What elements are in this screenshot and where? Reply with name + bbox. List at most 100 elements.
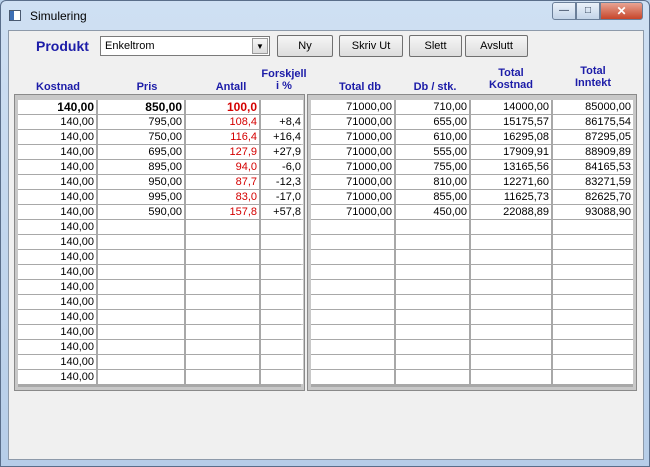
- cell-total-kostnad[interactable]: 16295,08: [471, 130, 551, 144]
- cell-forskjell[interactable]: -12,3: [261, 175, 303, 189]
- cell-total-kostnad[interactable]: 14000,00: [471, 100, 551, 114]
- cell-total-db[interactable]: [311, 235, 394, 249]
- cell-antall[interactable]: [186, 355, 259, 369]
- cell-total-kostnad[interactable]: [471, 295, 551, 309]
- cell-antall[interactable]: [186, 325, 259, 339]
- cell-total-db[interactable]: [311, 340, 394, 354]
- cell-total-inntekt[interactable]: 87295,05: [553, 130, 633, 144]
- cell-kostnad[interactable]: 140,00: [18, 310, 96, 324]
- cell-db-stk[interactable]: [396, 340, 469, 354]
- cell-forskjell[interactable]: [261, 100, 303, 114]
- cell-total-db[interactable]: [311, 280, 394, 294]
- cell-db-stk[interactable]: 655,00: [396, 115, 469, 129]
- cell-db-stk[interactable]: [396, 370, 469, 384]
- cell-antall[interactable]: [186, 265, 259, 279]
- cell-forskjell[interactable]: [261, 220, 303, 234]
- cell-forskjell[interactable]: [261, 370, 303, 384]
- cell-pris[interactable]: [98, 235, 184, 249]
- cell-total-kostnad[interactable]: 15175,57: [471, 115, 551, 129]
- cell-total-db[interactable]: 71000,00: [311, 205, 394, 219]
- cell-total-inntekt[interactable]: [553, 250, 633, 264]
- cell-total-inntekt[interactable]: 88909,89: [553, 145, 633, 159]
- cell-antall[interactable]: [186, 250, 259, 264]
- cell-total-kostnad[interactable]: [471, 355, 551, 369]
- cell-total-db[interactable]: [311, 250, 394, 264]
- cell-forskjell[interactable]: +16,4: [261, 130, 303, 144]
- cell-total-kostnad[interactable]: 17909,91: [471, 145, 551, 159]
- cell-total-db[interactable]: 71000,00: [311, 115, 394, 129]
- cell-kostnad[interactable]: 140,00: [18, 370, 96, 384]
- cell-pris[interactable]: 850,00: [98, 100, 184, 114]
- cell-total-kostnad[interactable]: [471, 250, 551, 264]
- cell-total-db[interactable]: 71000,00: [311, 175, 394, 189]
- cell-total-inntekt[interactable]: [553, 355, 633, 369]
- cell-total-inntekt[interactable]: [553, 280, 633, 294]
- cell-total-inntekt[interactable]: 83271,59: [553, 175, 633, 189]
- cell-forskjell[interactable]: [261, 280, 303, 294]
- cell-total-inntekt[interactable]: [553, 265, 633, 279]
- cell-pris[interactable]: 695,00: [98, 145, 184, 159]
- cell-antall[interactable]: [186, 370, 259, 384]
- cell-total-inntekt[interactable]: [553, 310, 633, 324]
- cell-total-db[interactable]: [311, 310, 394, 324]
- cell-forskjell[interactable]: [261, 235, 303, 249]
- cell-pris[interactable]: [98, 310, 184, 324]
- cell-total-inntekt[interactable]: [553, 340, 633, 354]
- cell-kostnad[interactable]: 140,00: [18, 340, 96, 354]
- cell-total-kostnad[interactable]: [471, 235, 551, 249]
- cell-antall[interactable]: 127,9: [186, 145, 259, 159]
- cell-total-kostnad[interactable]: [471, 265, 551, 279]
- maximize-button[interactable]: □: [576, 2, 600, 20]
- cell-kostnad[interactable]: 140,00: [18, 205, 96, 219]
- cell-forskjell[interactable]: [261, 310, 303, 324]
- cell-total-kostnad[interactable]: 13165,56: [471, 160, 551, 174]
- cell-total-inntekt[interactable]: [553, 235, 633, 249]
- cell-kostnad[interactable]: 140,00: [18, 160, 96, 174]
- cell-antall[interactable]: 94,0: [186, 160, 259, 174]
- cell-antall[interactable]: [186, 340, 259, 354]
- cell-kostnad[interactable]: 140,00: [18, 190, 96, 204]
- cell-pris[interactable]: 895,00: [98, 160, 184, 174]
- cell-antall[interactable]: 83,0: [186, 190, 259, 204]
- cell-kostnad[interactable]: 140,00: [18, 295, 96, 309]
- cell-pris[interactable]: [98, 370, 184, 384]
- cell-kostnad[interactable]: 140,00: [18, 325, 96, 339]
- cell-forskjell[interactable]: +27,9: [261, 145, 303, 159]
- cell-antall[interactable]: [186, 310, 259, 324]
- cell-forskjell[interactable]: +8,4: [261, 115, 303, 129]
- cell-pris[interactable]: [98, 325, 184, 339]
- cell-total-db[interactable]: 71000,00: [311, 190, 394, 204]
- cell-total-db[interactable]: [311, 295, 394, 309]
- cell-total-inntekt[interactable]: 93088,90: [553, 205, 633, 219]
- cell-db-stk[interactable]: [396, 265, 469, 279]
- cell-total-db[interactable]: [311, 220, 394, 234]
- cell-total-inntekt[interactable]: [553, 325, 633, 339]
- cell-antall[interactable]: [186, 235, 259, 249]
- cell-total-db[interactable]: 71000,00: [311, 100, 394, 114]
- cell-db-stk[interactable]: 810,00: [396, 175, 469, 189]
- cell-total-kostnad[interactable]: [471, 220, 551, 234]
- cell-antall[interactable]: 108,4: [186, 115, 259, 129]
- cell-total-kostnad[interactable]: 12271,60: [471, 175, 551, 189]
- cell-pris[interactable]: 590,00: [98, 205, 184, 219]
- cell-kostnad[interactable]: 140,00: [18, 115, 96, 129]
- cell-total-kostnad[interactable]: 11625,73: [471, 190, 551, 204]
- cell-db-stk[interactable]: [396, 325, 469, 339]
- cell-kostnad[interactable]: 140,00: [18, 235, 96, 249]
- cell-db-stk[interactable]: 555,00: [396, 145, 469, 159]
- cell-db-stk[interactable]: [396, 295, 469, 309]
- cell-forskjell[interactable]: [261, 325, 303, 339]
- cell-total-inntekt[interactable]: [553, 370, 633, 384]
- slett-button[interactable]: Slett: [409, 35, 462, 57]
- cell-db-stk[interactable]: [396, 355, 469, 369]
- cell-total-inntekt[interactable]: [553, 220, 633, 234]
- cell-db-stk[interactable]: [396, 280, 469, 294]
- cell-forskjell[interactable]: [261, 340, 303, 354]
- cell-kostnad[interactable]: 140,00: [18, 280, 96, 294]
- cell-db-stk[interactable]: 855,00: [396, 190, 469, 204]
- cell-forskjell[interactable]: [261, 295, 303, 309]
- cell-total-inntekt[interactable]: 82625,70: [553, 190, 633, 204]
- cell-db-stk[interactable]: 710,00: [396, 100, 469, 114]
- cell-antall[interactable]: 100,0: [186, 100, 259, 114]
- produkt-select[interactable]: Enkeltrom ▼: [100, 36, 270, 56]
